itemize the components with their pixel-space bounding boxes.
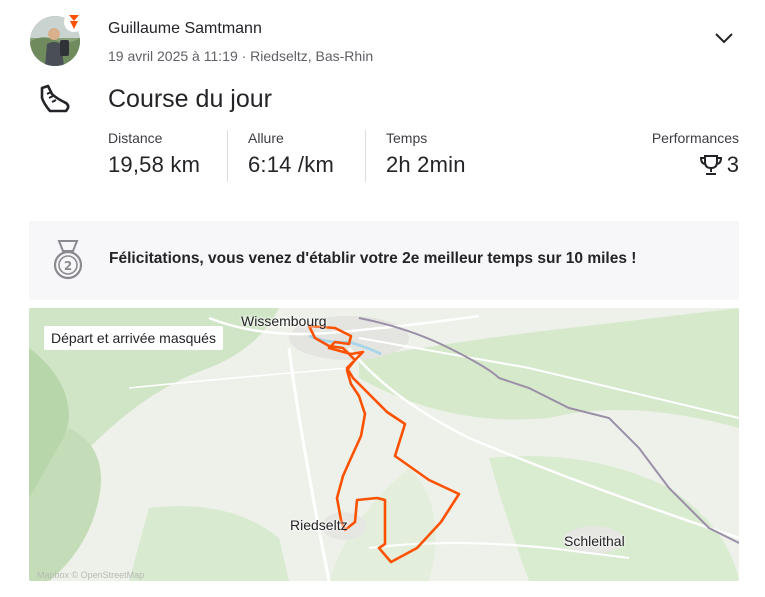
stat-label: Temps [386, 130, 428, 146]
map-label-wissembourg: Wissembourg [241, 313, 327, 329]
medal-2-icon: 2 [53, 240, 83, 280]
chevron-down-icon[interactable] [712, 28, 736, 48]
stat-distance: Distance 19,58 km [108, 130, 200, 184]
stat-time: Temps 2h 2min [386, 130, 466, 184]
stat-label: Allure [248, 130, 284, 146]
performances-label: Performances [651, 130, 739, 146]
stat-value: 6:14 /km [248, 152, 334, 177]
svg-text:2: 2 [64, 259, 72, 273]
map-attribution[interactable]: Mapbox © OpenStreetMap [37, 570, 144, 580]
stat-divider [365, 130, 366, 182]
trophy-icon [699, 155, 722, 175]
map-label-riedseltz: Riedseltz [290, 517, 348, 533]
athlete-avatar[interactable] [30, 12, 84, 66]
activity-map[interactable]: Départ et arrivée masqués Wissembourg Ri… [29, 308, 739, 581]
activity-date-location: 19 avril 2025 à 11:19 · Riedseltz, Bas-R… [108, 48, 374, 64]
running-shoe-icon [40, 84, 70, 113]
map-label-schleithal: Schleithal [564, 533, 625, 549]
stat-divider [227, 130, 228, 182]
stat-value: 2h 2min [386, 152, 466, 177]
activity-title[interactable]: Course du jour [108, 85, 272, 114]
achievement-banner[interactable]: 2 Félicitations, vous venez d'établir vo… [29, 221, 739, 300]
stat-value: 19,58 km [108, 152, 201, 177]
performances[interactable]: Performances 3 [652, 130, 739, 178]
stat-label: Distance [108, 130, 163, 146]
achievement-text: Félicitations, vous venez d'établir votr… [109, 250, 637, 267]
privacy-badge: Départ et arrivée masqués [44, 326, 223, 350]
strava-badge-icon [64, 12, 84, 32]
stat-pace: Allure 6:14 /km [248, 130, 334, 184]
performances-count: 3 [726, 152, 739, 177]
athlete-name[interactable]: Guillaume Samtmann [108, 20, 262, 38]
